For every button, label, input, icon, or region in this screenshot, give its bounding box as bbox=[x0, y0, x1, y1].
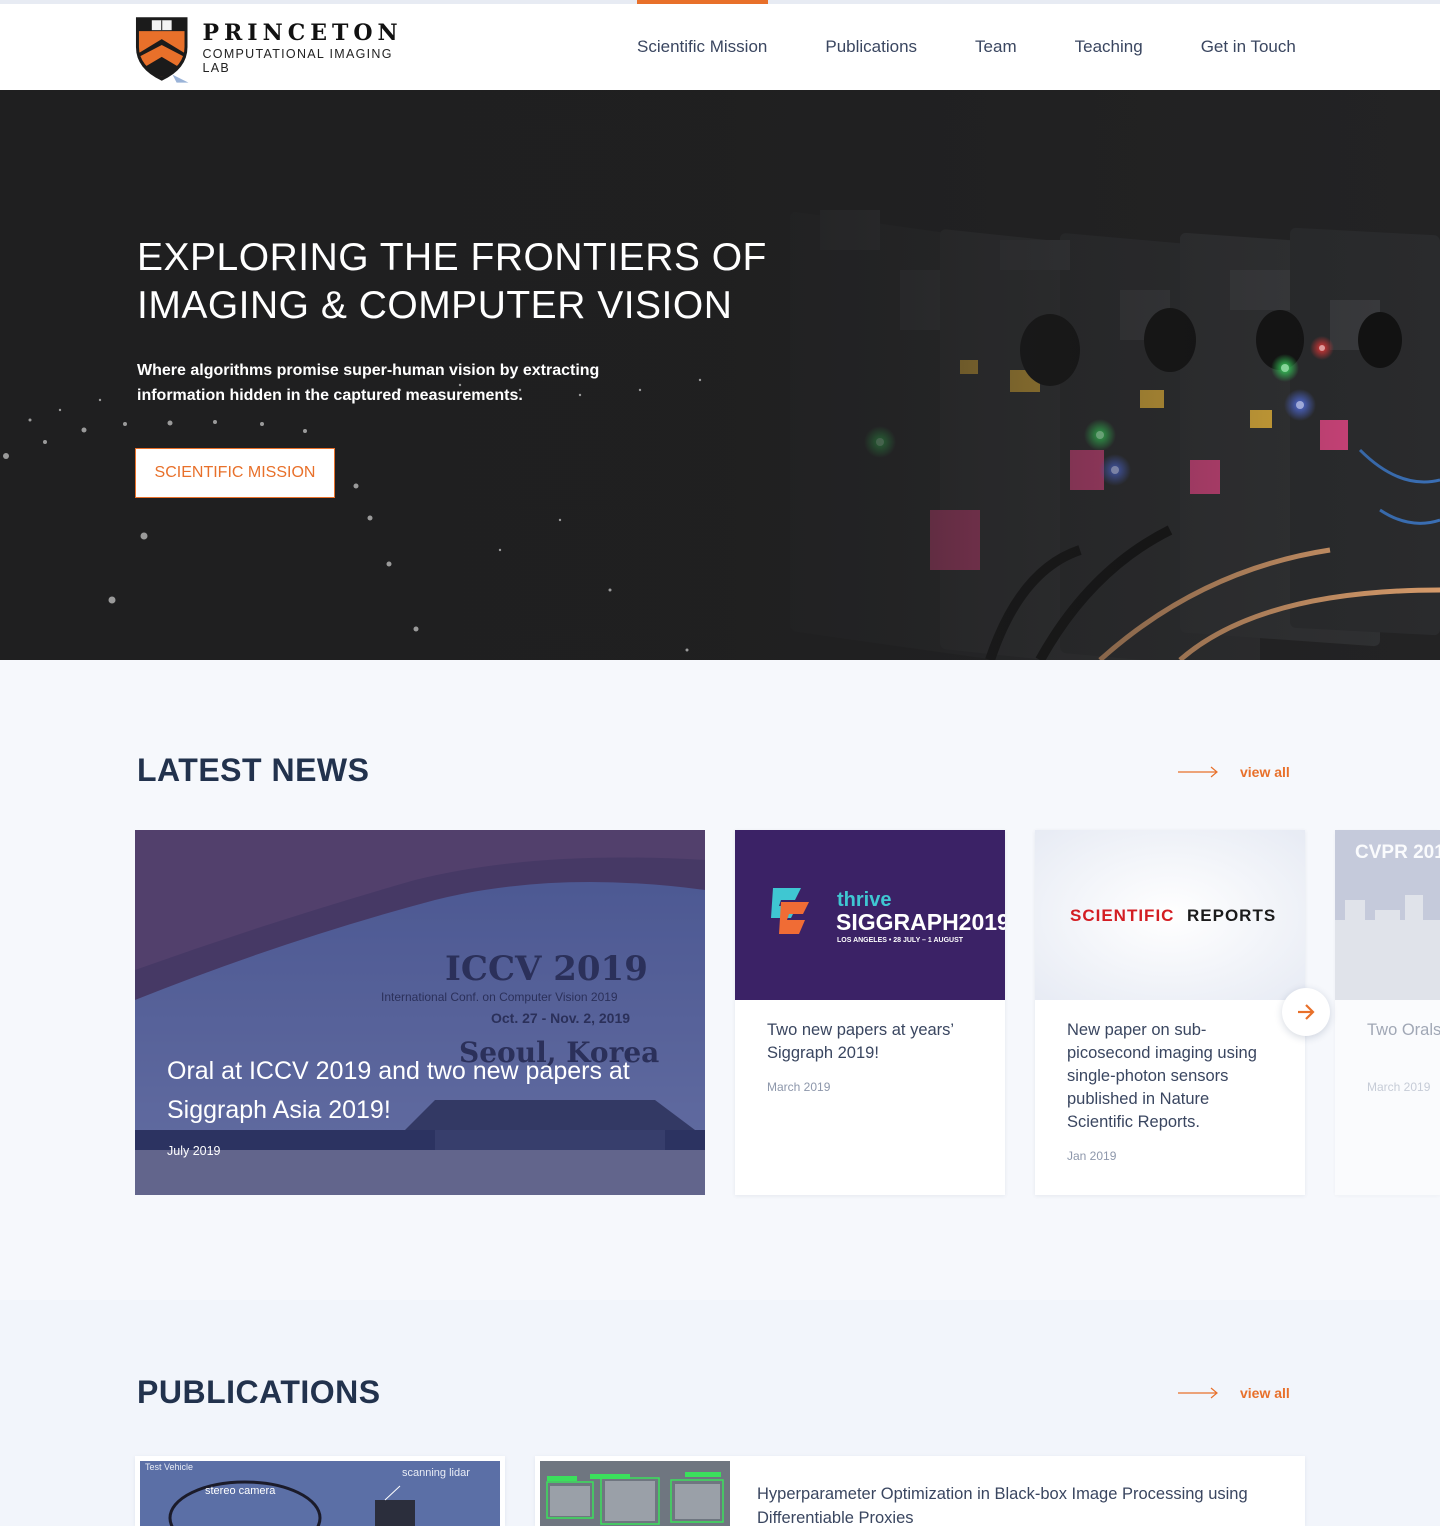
news-next-button[interactable] bbox=[1282, 988, 1330, 1036]
latest-news-heading: LATEST NEWS bbox=[137, 752, 370, 788]
nav-scientific-mission[interactable]: Scientific Mission bbox=[608, 0, 796, 90]
publication-card[interactable]: Test Vehicle scanning lidar stereo camer… bbox=[135, 1456, 505, 1526]
scientific-reports-logo-b: REPORTS bbox=[1187, 906, 1276, 925]
princeton-shield-icon bbox=[135, 17, 189, 83]
publication-card[interactable]: Hyperparameter Optimization in Black-box… bbox=[535, 1456, 1305, 1526]
hero-banner: EXPLORING THE FRONTIERS OF IMAGING & COM… bbox=[0, 90, 1440, 660]
scientific-reports-logo-a: SCIENTIFIC bbox=[1070, 906, 1174, 925]
scientific-mission-button[interactable]: SCIENTIFIC MISSION bbox=[135, 448, 335, 498]
feature-news-date: July 2019 bbox=[167, 1144, 221, 1158]
news-card-title: Two new papers at years’ Siggraph 2019! bbox=[767, 1021, 954, 1062]
lab-logo[interactable]: PRINCETON COMPUTATIONAL IMAGING LAB bbox=[133, 10, 423, 86]
news-card-date: March 2019 bbox=[767, 1080, 831, 1094]
hero-subtitle: Where algorithms promise super-human vis… bbox=[137, 362, 600, 404]
logo-subtitle: COMPUTATIONAL IMAGING LAB bbox=[202, 47, 393, 75]
main-nav: Scientific Mission Publications Team Tea… bbox=[608, 0, 1325, 90]
arrow-right-icon bbox=[1298, 1004, 1315, 1020]
feature-news-title: Oral at ICCV 2019 and two new papers at … bbox=[167, 1057, 630, 1124]
figure-label-scanning-lidar: scanning lidar bbox=[402, 1467, 470, 1479]
news-card-date: Jan 2019 bbox=[1067, 1149, 1117, 1163]
long-arrow-right-icon bbox=[1178, 766, 1218, 778]
long-arrow-right-icon bbox=[1178, 1387, 1218, 1399]
nav-get-in-touch[interactable]: Get in Touch bbox=[1172, 4, 1325, 90]
cvpr-city-image: CVPR 201 bbox=[1335, 830, 1440, 1000]
figure-label-stereo-camera: stereo camera bbox=[205, 1485, 276, 1497]
news-card-title: Two Orals years’ CVF bbox=[1367, 1021, 1440, 1039]
logo-title: PRINCETON bbox=[202, 20, 403, 46]
iccv-seoul-image: ICCV 2019 International Conf. on Compute… bbox=[135, 830, 705, 1195]
lidar-vehicle-figure: Test Vehicle scanning lidar stereo camer… bbox=[140, 1461, 500, 1526]
publications-heading: PUBLICATIONS bbox=[137, 1374, 381, 1410]
site-header: PRINCETON COMPUTATIONAL IMAGING LAB Scie… bbox=[0, 0, 1440, 90]
news-card-cvpr[interactable]: CVPR 201 Two Orals years’ CVF March 2019 bbox=[1335, 830, 1440, 1195]
siggraph-logo-image: thrive SIGGRAPH2019 LOS ANGELES • 28 JUL… bbox=[735, 830, 1005, 1000]
publications-view-all-link[interactable]: view all bbox=[1178, 1385, 1290, 1401]
siggraph-logo-top: thrive bbox=[837, 889, 891, 911]
siggraph-logo-sub: LOS ANGELES • 28 JULY – 1 AUGUST bbox=[837, 937, 964, 944]
siggraph-logo-main: SIGGRAPH2019 bbox=[836, 909, 1005, 935]
cvpr-image-text: CVPR 201 bbox=[1355, 842, 1440, 863]
view-all-label: view all bbox=[1240, 764, 1290, 780]
news-card-title: New paper on sub-picosecond imaging usin… bbox=[1067, 1021, 1257, 1131]
news-card-scientific-reports[interactable]: SCIENTIFIC REPORTS New paper on sub-pico… bbox=[1035, 830, 1305, 1195]
news-card-date: March 2019 bbox=[1367, 1080, 1431, 1094]
news-view-all-link[interactable]: view all bbox=[1178, 764, 1290, 780]
hero-title: EXPLORING THE FRONTIERS OF IMAGING & COM… bbox=[137, 236, 767, 327]
publication-title: Hyperparameter Optimization in Black-box… bbox=[757, 1485, 1248, 1526]
news-feature-card[interactable]: ICCV 2019 International Conf. on Compute… bbox=[135, 830, 705, 1195]
nav-team[interactable]: Team bbox=[946, 4, 1046, 90]
nav-teaching[interactable]: Teaching bbox=[1046, 4, 1172, 90]
news-card-siggraph[interactable]: thrive SIGGRAPH2019 LOS ANGELES • 28 JUL… bbox=[735, 830, 1005, 1195]
scientific-reports-logo-image: SCIENTIFIC REPORTS bbox=[1035, 830, 1305, 1000]
traffic-detection-figure bbox=[540, 1461, 730, 1526]
nav-publications[interactable]: Publications bbox=[796, 4, 946, 90]
view-all-label: view all bbox=[1240, 1385, 1290, 1401]
figure-label-test-vehicle: Test Vehicle bbox=[145, 1462, 193, 1472]
